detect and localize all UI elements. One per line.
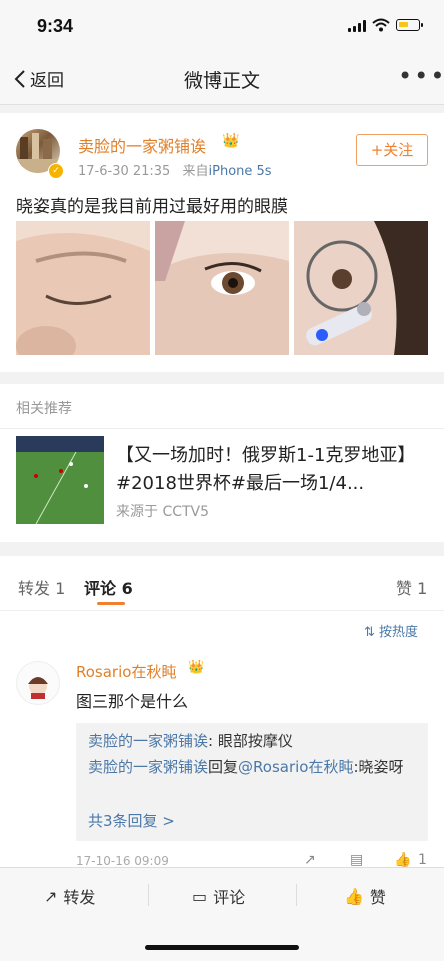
thumbs-up-icon: 👍 — [344, 886, 364, 906]
reply-user[interactable]: 卖脸的一家粥铺诶 — [88, 758, 208, 776]
active-tab-indicator — [97, 602, 125, 605]
verified-badge-icon: ✓ — [48, 163, 64, 179]
tab-like[interactable]: 赞 1 — [396, 575, 427, 599]
page-title: 微博正文 — [183, 70, 260, 92]
avatar-image — [28, 677, 48, 699]
thumbs-up-icon[interactable]: 👍 — [394, 852, 411, 868]
post-card: ✓ 卖脸的一家粥铺诶 👑 17-6-30 21:35 来自iPhone 5s +… — [0, 113, 444, 372]
share-icon[interactable]: ↗ — [304, 852, 316, 868]
author-name[interactable]: 卖脸的一家粥铺诶 — [78, 133, 206, 157]
sort-label: 按热度 — [379, 625, 419, 640]
post-photo-2[interactable] — [155, 221, 289, 355]
related-header: 相关推荐 — [16, 401, 72, 417]
photo-image — [155, 221, 289, 355]
commenter-avatar[interactable] — [16, 661, 60, 705]
related-source: 来源于 CCTV5 — [116, 504, 210, 520]
comment-time: 17-10-16 09:09 — [76, 854, 169, 868]
repost-label: 转发 — [63, 888, 96, 907]
comment-text: 图三那个是什么 — [76, 692, 189, 711]
reply-item: 卖脸的一家粥铺诶回复@Rosario在秋盹:晓姿呀 — [88, 755, 418, 779]
post-photo-3[interactable] — [294, 221, 428, 355]
tab-comment[interactable]: 评论 6 — [84, 575, 133, 599]
like-button[interactable]: 👍 赞 — [344, 884, 386, 908]
commenter-name[interactable]: Rosario在秋盹 — [76, 661, 176, 682]
nav-bar: 返回 微博正文 ••• — [0, 52, 444, 105]
comment-label: 评论 — [213, 888, 246, 907]
tab-repost[interactable]: 转发 1 — [18, 575, 65, 599]
reply-separator: : — [208, 732, 218, 750]
related-section: 相关推荐 【又一场加时！俄罗斯1-1克罗地亚】#2018世界杯#最后一场1/4.… — [0, 384, 444, 542]
post-photo-1[interactable] — [16, 221, 150, 355]
post-source[interactable]: iPhone 5s — [209, 164, 272, 179]
sort-button[interactable]: ⇅ 按热度 — [364, 621, 418, 640]
wifi-icon — [372, 18, 390, 32]
related-video-thumbnail[interactable] — [16, 436, 104, 524]
reply-item: 卖脸的一家粥铺诶: 眼部按摩仪 — [88, 729, 293, 753]
comment-button[interactable]: ▭ 评论 — [192, 884, 245, 908]
divider — [148, 884, 149, 906]
comment-like-count: 1 — [418, 852, 427, 868]
vip-crown-icon: 👑 — [222, 133, 240, 149]
follow-button[interactable]: +关注 — [356, 134, 428, 166]
photo-image — [294, 221, 428, 355]
battery-icon — [396, 19, 423, 31]
tab-bar: 转发 1 评论 6 赞 1 — [0, 556, 444, 611]
photo-image — [16, 221, 150, 355]
repost-button[interactable]: ↗ 转发 — [44, 884, 95, 908]
divider — [0, 428, 444, 429]
reply-text: 眼部按摩仪 — [217, 732, 293, 750]
like-label: 赞 — [369, 888, 386, 907]
thumbnail-image — [16, 436, 104, 524]
signal-icon — [348, 20, 366, 32]
status-bar: 9:34 — [0, 0, 444, 52]
home-indicator[interactable] — [145, 945, 299, 950]
reply-text: :晓姿呀 — [353, 758, 404, 776]
related-title[interactable]: 【又一场加时！俄罗斯1-1克罗地亚】#2018世界杯#最后一场1/4... — [116, 442, 416, 498]
repost-icon: ↗ — [44, 886, 58, 906]
reply-mid: 回复 — [208, 758, 239, 776]
sort-icon: ⇅ — [364, 625, 375, 640]
divider — [296, 884, 297, 906]
comments-section: 转发 1 评论 6 赞 1 ⇅ 按热度 Rosario在秋盹 👑 图三那个是什么… — [0, 556, 444, 876]
reply-box[interactable]: 卖脸的一家粥铺诶: 眼部按摩仪 卖脸的一家粥铺诶回复@Rosario在秋盹:晓姿… — [76, 723, 428, 841]
source-prefix: 来自 — [182, 164, 209, 179]
reply-mention[interactable]: @Rosario在秋盹 — [238, 758, 353, 776]
comment-icon: ▭ — [192, 886, 208, 906]
more-button[interactable]: ••• — [398, 62, 444, 90]
post-text: 晓姿真的是我目前用过最好用的眼膜 — [16, 197, 288, 217]
reply-user[interactable]: 卖脸的一家粥铺诶 — [88, 732, 208, 750]
reply-icon[interactable]: ▤ — [350, 852, 363, 868]
vip-crown-icon: 👑 — [188, 660, 205, 675]
post-meta: 17-6-30 21:35 来自iPhone 5s — [78, 160, 272, 179]
post-time: 17-6-30 21:35 — [78, 164, 171, 179]
status-time: 9:34 — [37, 16, 74, 36]
more-replies-link[interactable]: 共3条回复 > — [88, 809, 175, 833]
